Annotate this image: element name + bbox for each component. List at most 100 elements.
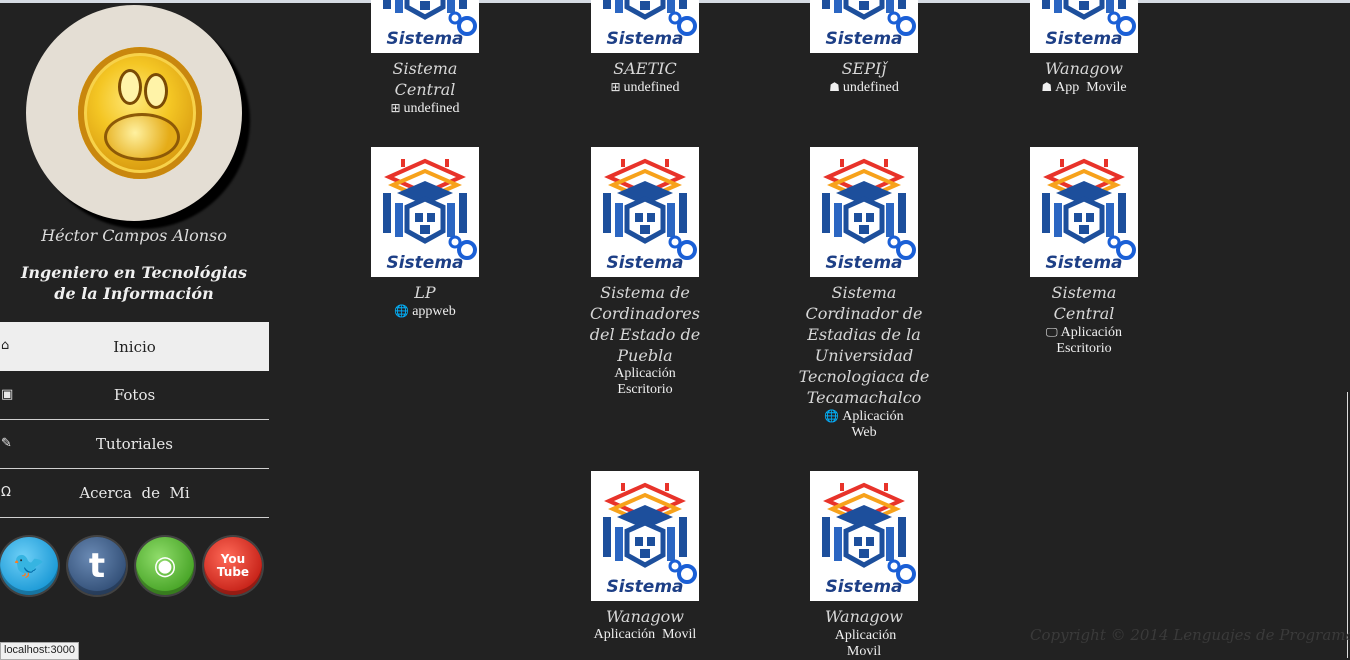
github-button[interactable]: ◉ — [136, 537, 194, 595]
project-thumbnail[interactable]: Sistema — [591, 471, 699, 601]
project-thumbnail[interactable]: Sistema — [591, 147, 699, 277]
sistema-logo-icon: Sistema — [591, 471, 699, 601]
svg-text:Sistema: Sistema — [1045, 253, 1122, 273]
platform-label: Escritorio — [1056, 341, 1112, 356]
project-thumbnail[interactable]: Sistema — [1030, 0, 1138, 53]
project-platform: ⊞ undefined — [570, 79, 720, 96]
sidebar-item-tutoriales[interactable]: ✎ Tutoriales — [0, 420, 269, 469]
project-platform: Aplicación Movil — [789, 627, 939, 660]
youtube-icon: You Tube — [216, 552, 250, 579]
profile-role: Ingeniero en Tecnológias de la Informaci… — [20, 263, 248, 303]
platform-label: undefined — [623, 80, 680, 95]
sistema-logo-icon: Sistema — [810, 147, 918, 277]
platform-label: App Movile — [1055, 80, 1127, 95]
platform-label: Aplicación — [1060, 325, 1122, 340]
project-title[interactable]: Sistema Central — [350, 58, 500, 100]
sidebar-item-acerca[interactable]: Ω Acerca de Mi — [0, 469, 269, 518]
profile-name: Héctor Campos Alonso — [41, 226, 227, 245]
svg-text:Sistema: Sistema — [386, 29, 463, 49]
windows-icon: ⊞ — [610, 80, 621, 94]
copyright-text: Copyright © 2014 Lenguajes de Programaci… — [1030, 626, 1350, 644]
platform-label: Escritorio — [617, 382, 673, 397]
home-icon: ⌂ — [1, 338, 10, 353]
windows-icon: ⊞ — [390, 101, 401, 115]
scrollbar-edge — [1347, 392, 1348, 658]
project-card: LP 🌐 appweb — [350, 282, 500, 320]
sidebar-nav: ⌂ Inicio ▣ Fotos ✎ Tutoriales Ω Acerca d… — [0, 322, 269, 518]
project-platform: 🖵 Aplicación Escritorio — [1009, 324, 1159, 357]
project-card: Sistema Central 🖵 Aplicación Escritorio — [1009, 282, 1159, 357]
twitter-icon: 🐦 — [12, 551, 46, 581]
project-platform: ☗ App Movile — [1009, 79, 1159, 96]
monitor-icon: 🖵 — [1046, 325, 1058, 339]
project-title[interactable]: Sistema de Cordinadores del Estado de Pu… — [570, 282, 720, 366]
project-platform: 🌐 Aplicación Web — [789, 408, 939, 441]
platform-label: Web — [851, 425, 877, 440]
project-title[interactable]: Wanagow — [570, 606, 720, 627]
tumblr-button[interactable]: t — [68, 537, 126, 595]
project-card: SAETIC ⊞ undefined — [570, 58, 720, 96]
project-title[interactable]: LP — [350, 282, 500, 303]
platform-label: Aplicación — [834, 628, 897, 643]
project-title[interactable]: SAETIC — [570, 58, 720, 79]
user-icon: Ω — [1, 485, 11, 500]
sidebar-item-label: Tutoriales — [95, 435, 173, 453]
sidebar-item-inicio[interactable]: ⌂ Inicio — [0, 322, 269, 371]
sistema-logo-icon: Sistema — [1030, 147, 1138, 277]
project-platform: 🌐 appweb — [350, 303, 500, 320]
project-title[interactable]: SEPIǰ — [789, 58, 939, 79]
svg-text:Sistema: Sistema — [825, 577, 902, 597]
sistema-logo-icon: Sistema — [371, 147, 479, 277]
sidebar: Héctor Campos Alonso Ingeniero en Tecnol… — [0, 0, 270, 658]
svg-text:Sistema: Sistema — [386, 253, 463, 273]
sistema-logo-icon: Sistema — [810, 0, 918, 53]
sistema-logo-icon: Sistema — [1030, 0, 1138, 53]
platform-label: appweb — [412, 304, 456, 319]
project-title[interactable]: Wanagow — [1009, 58, 1159, 79]
platform-label: undefined — [842, 80, 899, 95]
platform-label: Movil — [846, 644, 882, 659]
sidebar-item-label: Fotos — [113, 386, 156, 404]
platform-label: Aplicación — [842, 409, 904, 424]
status-bar-url: localhost:3000 — [0, 642, 79, 660]
sistema-logo-icon: Sistema — [591, 0, 699, 53]
project-thumbnail[interactable]: Sistema — [1030, 147, 1138, 277]
project-title[interactable]: Wanagow — [789, 606, 939, 627]
project-title[interactable]: Sistema Cordinador de Estadias de la Uni… — [789, 282, 939, 408]
project-thumbnail[interactable]: Sistema — [591, 0, 699, 53]
project-card: Wanagow Aplicación Movil — [789, 606, 939, 660]
svg-text:Sistema: Sistema — [606, 577, 683, 597]
svg-text:Sistema: Sistema — [825, 29, 902, 49]
project-thumbnail[interactable]: Sistema — [810, 0, 918, 53]
project-thumbnail[interactable]: Sistema — [371, 147, 479, 277]
project-card: Sistema de Cordinadores del Estado de Pu… — [570, 282, 720, 398]
globe-icon: 🌐 — [824, 409, 840, 423]
sidebar-item-label: Acerca de Mi — [79, 484, 190, 502]
project-card: Wanagow ☗ App Movile — [1009, 58, 1159, 96]
tumblr-icon: t — [88, 546, 106, 586]
feather-icon: ✎ — [1, 436, 12, 451]
sidebar-item-label: Inicio — [113, 337, 156, 356]
project-card: Sistema Cordinador de Estadias de la Uni… — [789, 282, 939, 441]
svg-text:Sistema: Sistema — [606, 253, 683, 273]
youtube-button[interactable]: You Tube — [204, 537, 262, 595]
project-platform: Aplicación Escritorio — [570, 366, 720, 398]
sistema-logo-icon: Sistema — [371, 0, 479, 53]
platform-label: Aplicación — [614, 366, 676, 381]
platform-label: undefined — [403, 101, 460, 116]
project-platform: ☗ undefined — [789, 79, 939, 96]
project-thumbnail[interactable]: Sistema — [371, 0, 479, 53]
project-card: Wanagow Aplicación Movil — [570, 606, 720, 643]
platform-label: Aplicación Movil — [593, 627, 697, 642]
project-thumbnail[interactable]: Sistema — [810, 147, 918, 277]
svg-text:Sistema: Sistema — [1045, 29, 1122, 49]
project-thumbnail[interactable]: Sistema — [810, 471, 918, 601]
project-card: Sistema Central ⊞ undefined — [350, 58, 500, 117]
github-icon: ◉ — [153, 551, 177, 581]
sistema-logo-icon: Sistema — [591, 147, 699, 277]
twitter-button[interactable]: 🐦 — [0, 537, 58, 595]
project-card: SEPIǰ ☗ undefined — [789, 58, 939, 96]
project-title[interactable]: Sistema Central — [1009, 282, 1159, 324]
avatar — [26, 5, 242, 221]
sidebar-item-fotos[interactable]: ▣ Fotos — [0, 371, 269, 420]
